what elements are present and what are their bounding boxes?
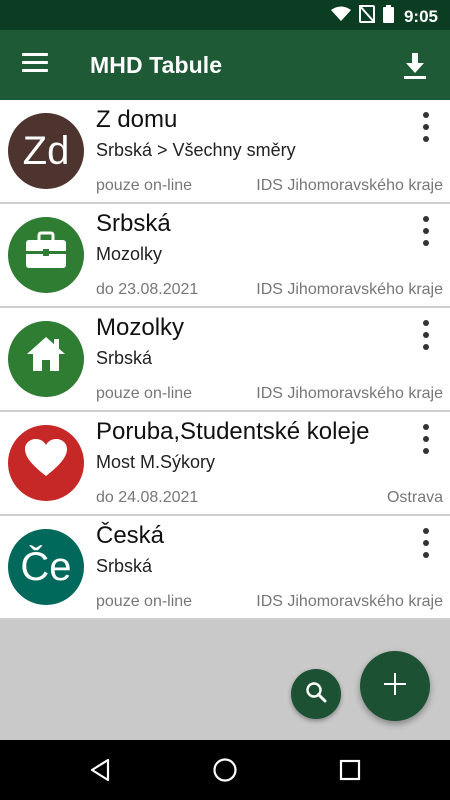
- item-title: Srbská: [96, 210, 171, 237]
- list-item[interactable]: Če Česká Srbská pouze on-line IDS Jihomo…: [0, 516, 450, 620]
- item-region: IDS Jihomoravského kraje: [256, 593, 443, 610]
- list-item[interactable]: Mozolky Srbská pouze on-line IDS Jihomor…: [0, 308, 450, 412]
- back-icon[interactable]: [86, 756, 114, 784]
- item-region: IDS Jihomoravského kraje: [256, 385, 443, 402]
- home-circle-icon[interactable]: [211, 756, 239, 784]
- avatar-initials: Zd: [22, 128, 70, 173]
- item-subtitle: Srbská: [96, 556, 153, 576]
- item-title: Poruba,Studentské koleje: [96, 418, 370, 445]
- item-region: IDS Jihomoravského kraje: [256, 281, 443, 298]
- item-validity: do 24.08.2021: [96, 489, 199, 506]
- heart-icon: [24, 438, 68, 488]
- item-subtitle: Srbská > Všechny směry: [96, 140, 296, 160]
- battery-icon: [382, 5, 394, 28]
- favorites-list: Zd Z domu Srbská > Všechny směry pouze o…: [0, 100, 450, 620]
- add-button[interactable]: [360, 651, 430, 721]
- search-button[interactable]: [291, 669, 341, 719]
- avatar: Zd: [8, 113, 84, 189]
- item-region: IDS Jihomoravského kraje: [256, 177, 443, 194]
- app-bar: MHD Tabule: [0, 30, 450, 100]
- home-icon: [25, 335, 67, 383]
- more-options-icon[interactable]: [416, 318, 436, 352]
- no-signal-icon: [358, 4, 376, 28]
- status-icons: 9:05: [330, 4, 438, 28]
- item-title: Z domu: [96, 106, 178, 133]
- list-item[interactable]: Poruba,Studentské koleje Most M.Sýkory d…: [0, 412, 450, 516]
- recents-icon[interactable]: [336, 756, 364, 784]
- wifi-icon: [330, 6, 351, 27]
- item-validity: do 23.08.2021: [96, 281, 199, 298]
- avatar: [8, 321, 84, 397]
- item-validity: pouze on-line: [96, 177, 193, 194]
- download-icon[interactable]: [398, 48, 432, 82]
- item-region: Ostrava: [386, 489, 443, 506]
- status-bar: 9:05: [0, 0, 450, 30]
- item-subtitle: Most M.Sýkory: [96, 452, 216, 472]
- more-options-icon[interactable]: [416, 526, 436, 560]
- briefcase-icon: [24, 230, 68, 280]
- app-title: MHD Tabule: [90, 52, 223, 78]
- item-subtitle: Srbská: [96, 348, 153, 368]
- item-validity: pouze on-line: [96, 385, 193, 402]
- system-nav-bar: [0, 740, 450, 800]
- item-title: Česká: [96, 522, 165, 549]
- more-options-icon[interactable]: [416, 214, 436, 248]
- avatar: [8, 425, 84, 501]
- item-subtitle: Mozolky: [96, 244, 163, 264]
- more-options-icon[interactable]: [416, 110, 436, 144]
- more-options-icon[interactable]: [416, 422, 436, 456]
- avatar-initials: Če: [20, 544, 72, 589]
- menu-icon[interactable]: [22, 53, 48, 77]
- item-title: Mozolky: [96, 314, 185, 341]
- avatar: [8, 217, 84, 293]
- avatar: Če: [8, 529, 84, 605]
- list-item[interactable]: Zd Z domu Srbská > Všechny směry pouze o…: [0, 100, 450, 204]
- item-validity: pouze on-line: [96, 593, 193, 610]
- status-time: 9:05: [403, 6, 438, 26]
- search-icon: [305, 681, 327, 708]
- plus-icon: [382, 671, 408, 702]
- list-item[interactable]: Srbská Mozolky do 23.08.2021 IDS Jihomor…: [0, 204, 450, 308]
